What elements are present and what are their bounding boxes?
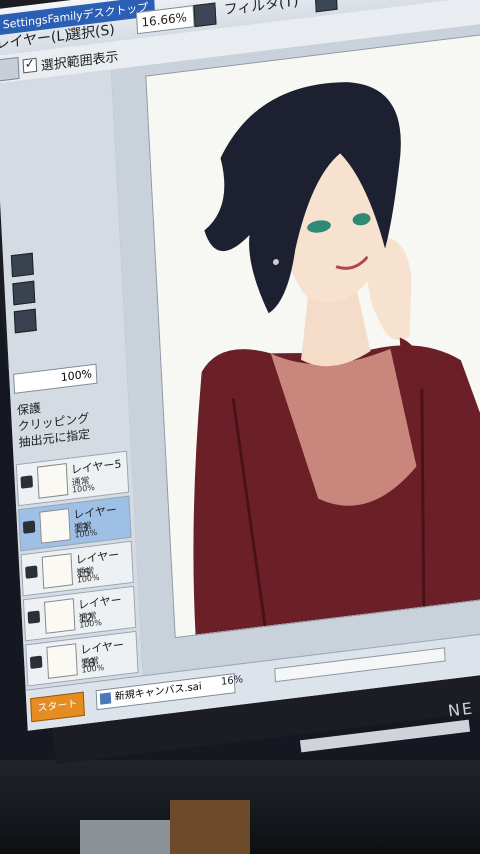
menu-filter[interactable]: フィルタ(T) (223, 0, 299, 20)
toolbar-button[interactable] (314, 0, 338, 13)
character-illustration (193, 82, 480, 635)
document-tab[interactable]: 新規キャンバス.sai (95, 673, 236, 711)
eye-icon[interactable] (22, 520, 36, 534)
layer-thumbnail (41, 553, 74, 589)
layer-thumbnail (46, 643, 78, 679)
document-zoom: 16% (220, 674, 244, 688)
zoom-out-button[interactable] (193, 2, 217, 28)
photo: NE SettingsFamilyデスクトップ レイヤー(L) 選択(S) 16… (0, 0, 480, 854)
layer-opacity: 100% (78, 617, 103, 630)
wooden-object (170, 800, 250, 854)
monitor-brand: NE (446, 698, 476, 721)
eye-icon[interactable] (25, 565, 38, 579)
panel-widget-3[interactable] (13, 308, 37, 334)
monitor-screen: SettingsFamilyデスクトップ レイヤー(L) 選択(S) 16.66… (0, 0, 480, 731)
hand (367, 237, 412, 340)
eye-icon[interactable] (27, 610, 41, 624)
opacity-field[interactable]: 100% (13, 363, 98, 394)
show-selection-checkbox[interactable] (22, 57, 38, 74)
eye-icon[interactable] (29, 655, 43, 669)
layer-list: レイヤー5 通常 100% レイヤー13 通常 100% レイヤー15 通常 1 (15, 450, 139, 690)
start-button[interactable]: スタート (30, 691, 85, 723)
eye-icon[interactable] (20, 475, 33, 489)
drawing-canvas[interactable] (145, 29, 480, 639)
layer-opacity: 100% (76, 572, 100, 585)
layer-opacity: 100% (81, 662, 105, 675)
canvas-area (111, 18, 480, 717)
panel-toggle-button[interactable] (0, 56, 20, 82)
panel-widget-2[interactable] (12, 280, 36, 306)
panel-widget-1[interactable] (10, 252, 34, 278)
layer-thumbnail (36, 463, 69, 499)
layer-opacity: 100% (71, 482, 96, 495)
layer-thumbnail (43, 598, 76, 634)
layer-opacity: 100% (74, 527, 98, 540)
layer-thumbnail (39, 508, 71, 544)
